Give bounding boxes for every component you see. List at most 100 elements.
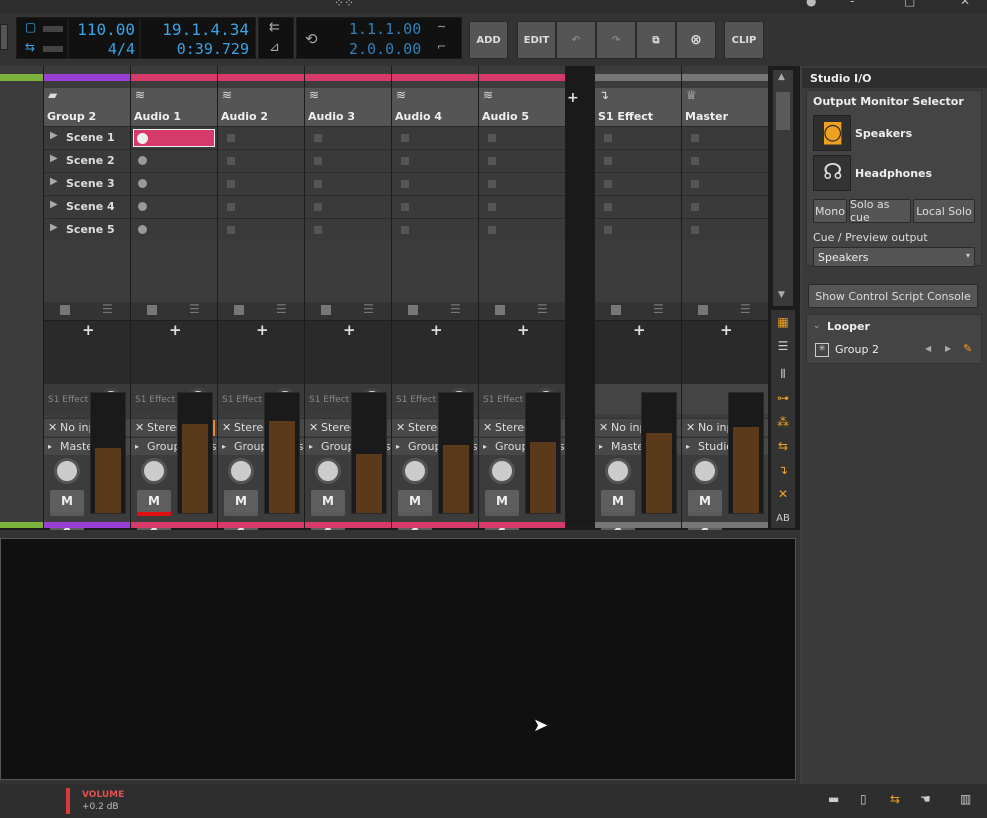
device-area[interactable]: + bbox=[682, 320, 768, 384]
scene-play-icon[interactable]: ▶ bbox=[50, 130, 58, 141]
clip-slot[interactable] bbox=[392, 149, 478, 171]
folder-icon[interactable]: ▬ bbox=[828, 792, 839, 806]
scene-slot[interactable]: ▶ Scene 4 bbox=[44, 195, 130, 217]
crossfade-icon[interactable]: ⊶ bbox=[772, 388, 794, 408]
clip-slot[interactable] bbox=[479, 172, 565, 194]
drag-handle-icon[interactable]: ⁘⁘ bbox=[334, 0, 354, 10]
local-solo-button[interactable]: Local Solo bbox=[913, 199, 975, 223]
tempo-panel[interactable]: 110.00 4/4 bbox=[68, 17, 140, 59]
scene-slot[interactable]: ▶ Scene 1 bbox=[44, 126, 130, 148]
stop-slot-icon[interactable] bbox=[401, 157, 409, 165]
scene-slot[interactable]: ▶ Scene 5 bbox=[44, 218, 130, 240]
stop-all-icon[interactable] bbox=[147, 305, 157, 315]
pan-knob[interactable] bbox=[692, 458, 718, 484]
pin-icon[interactable]: ✎ bbox=[963, 342, 972, 355]
clip-slot[interactable] bbox=[479, 218, 565, 240]
track-name[interactable]: Audio 3 bbox=[308, 110, 355, 123]
file-icon[interactable]: ▯ bbox=[860, 792, 867, 806]
clip-slot[interactable] bbox=[218, 126, 304, 148]
redo-icon[interactable]: ↷ bbox=[596, 21, 636, 59]
pan-knob[interactable] bbox=[489, 458, 515, 484]
stop-slot-icon[interactable] bbox=[488, 157, 496, 165]
clip-slot[interactable] bbox=[595, 195, 681, 217]
stop-all-icon[interactable] bbox=[408, 305, 418, 315]
scene-play-icon[interactable]: ▶ bbox=[50, 222, 58, 233]
detail-editor[interactable]: ➤ bbox=[0, 538, 796, 780]
clip-slot[interactable] bbox=[682, 195, 768, 217]
add-device-icon[interactable]: + bbox=[720, 321, 733, 339]
solo-as-cue-button[interactable]: Solo as cue bbox=[849, 198, 911, 224]
device-area[interactable]: + bbox=[479, 320, 565, 384]
clip-list-icon[interactable]: ☰ bbox=[653, 302, 664, 316]
device-area[interactable]: + bbox=[218, 320, 304, 384]
mute-button[interactable]: M bbox=[485, 490, 519, 512]
clip-slot[interactable] bbox=[479, 195, 565, 217]
add-device-icon[interactable]: + bbox=[169, 321, 182, 339]
mute-button[interactable]: M bbox=[50, 490, 84, 512]
clip-slot[interactable] bbox=[392, 195, 478, 217]
scene-slot[interactable]: ▶ Scene 3 bbox=[44, 172, 130, 194]
clip-slot[interactable] bbox=[479, 126, 565, 148]
mono-button[interactable]: Mono bbox=[813, 199, 847, 223]
stop-all-icon[interactable] bbox=[698, 305, 708, 315]
position-time[interactable]: 0:39.729 bbox=[177, 40, 249, 58]
clip[interactable] bbox=[133, 129, 215, 147]
clip-slot[interactable] bbox=[392, 172, 478, 194]
mute-button[interactable]: M bbox=[688, 490, 722, 512]
scroll-down-icon[interactable]: ▼ bbox=[778, 290, 785, 300]
clip-slot[interactable] bbox=[682, 149, 768, 171]
scene-name[interactable]: Scene 4 bbox=[66, 200, 115, 213]
pan-knob[interactable] bbox=[315, 458, 341, 484]
punch-in-icon[interactable]: ⇇ bbox=[269, 20, 280, 35]
looper-next-icon[interactable]: ▶ bbox=[945, 344, 951, 353]
clip-slot[interactable] bbox=[392, 218, 478, 240]
stop-slot-icon[interactable] bbox=[488, 180, 496, 188]
clip-slot[interactable] bbox=[305, 149, 391, 171]
clip-slot[interactable] bbox=[305, 195, 391, 217]
stop-slot-icon[interactable] bbox=[604, 203, 612, 211]
clip-slot[interactable] bbox=[131, 172, 217, 194]
pan-knob[interactable] bbox=[141, 458, 167, 484]
clip-slot[interactable] bbox=[131, 126, 217, 148]
stop-slot-icon[interactable] bbox=[314, 157, 322, 165]
clip-list-icon[interactable]: ☰ bbox=[363, 302, 374, 316]
volume-meter[interactable] bbox=[264, 392, 300, 514]
add-device-icon[interactable]: + bbox=[517, 321, 530, 339]
loop-start[interactable]: 1.1.1.00 bbox=[349, 20, 421, 38]
stop-slot-icon[interactable] bbox=[401, 180, 409, 188]
stop-slot-icon[interactable] bbox=[314, 203, 322, 211]
clear-icon[interactable]: ✕ bbox=[772, 484, 794, 504]
add-button[interactable]: ADD bbox=[469, 21, 508, 59]
stop-slot-icon[interactable] bbox=[691, 157, 699, 165]
window-maximize-icon[interactable]: □ bbox=[904, 0, 915, 8]
show-console-button[interactable]: Show Control Script Console bbox=[808, 284, 978, 308]
clip-button[interactable]: CLIP bbox=[724, 21, 764, 59]
clip-list-icon[interactable]: ☰ bbox=[102, 302, 113, 316]
stop-all-icon[interactable] bbox=[495, 305, 505, 315]
edit-button[interactable]: EDIT bbox=[517, 21, 556, 59]
clip-slot[interactable] bbox=[218, 195, 304, 217]
delete-icon[interactable]: ⊗ bbox=[676, 21, 716, 59]
mute-button[interactable]: M bbox=[398, 490, 432, 512]
clip-slot[interactable] bbox=[392, 126, 478, 148]
clip-slot[interactable] bbox=[131, 218, 217, 240]
clip-slot[interactable] bbox=[595, 172, 681, 194]
undo-icon[interactable]: ↶ bbox=[556, 21, 596, 59]
keyboard-icon[interactable]: ▥ bbox=[960, 792, 971, 806]
scene-name[interactable]: Scene 3 bbox=[66, 177, 115, 190]
clip-launcher-grid-icon[interactable]: ▦ bbox=[772, 312, 794, 332]
volume-meter[interactable] bbox=[525, 392, 561, 514]
stop-slot-icon[interactable] bbox=[314, 226, 322, 234]
volume-meter[interactable] bbox=[438, 392, 474, 514]
clip-slot[interactable] bbox=[595, 149, 681, 171]
clip-slot[interactable] bbox=[305, 218, 391, 240]
add-device-icon[interactable]: + bbox=[343, 321, 356, 339]
volume-meter[interactable] bbox=[177, 392, 213, 514]
volume-meter[interactable] bbox=[90, 392, 126, 514]
device-area[interactable]: + bbox=[392, 320, 478, 384]
add-device-icon[interactable]: + bbox=[82, 321, 95, 339]
vertical-scrollbar[interactable]: ▲ ▼ bbox=[773, 70, 793, 306]
device-area[interactable]: + bbox=[595, 320, 681, 384]
stop-all-icon[interactable] bbox=[60, 305, 70, 315]
status-dot-icon[interactable]: ● bbox=[806, 0, 816, 8]
